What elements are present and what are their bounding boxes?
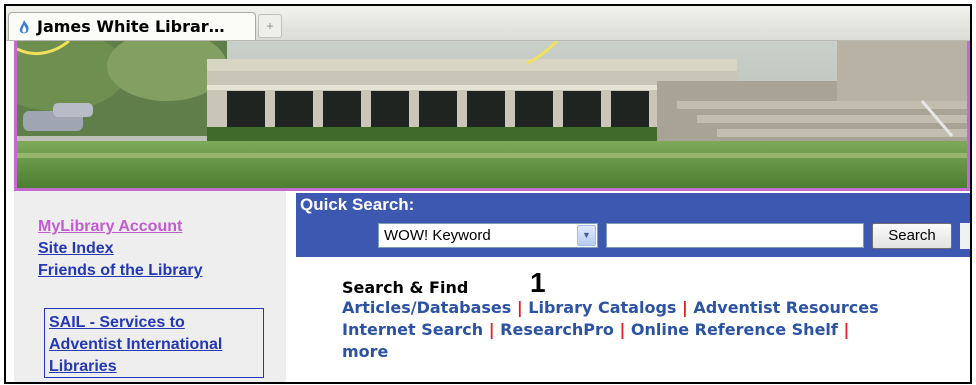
separator: | — [619, 320, 631, 339]
separator: | — [516, 298, 529, 317]
adventist-resources-link[interactable]: Adventist Resources — [693, 298, 878, 317]
library-banner-image — [14, 41, 970, 191]
sail-link-line-1[interactable]: SAIL - Services to — [49, 312, 259, 334]
search-input[interactable] — [606, 223, 864, 248]
search-bar-edge — [960, 223, 970, 249]
search-find-links-row-3: more — [342, 342, 388, 361]
sail-link-line-3[interactable]: Libraries — [49, 356, 259, 378]
search-find-heading: Search & Find — [342, 278, 469, 297]
more-link[interactable]: more — [342, 342, 388, 361]
tab-title: James White Librar… — [37, 17, 225, 36]
online-reference-shelf-link[interactable]: Online Reference Shelf — [631, 320, 838, 339]
sail-link-line-2[interactable]: Adventist International — [49, 334, 259, 356]
left-nav-panel: MyLibrary Account Site Index Friends of … — [14, 191, 286, 382]
browser-window: James White Librar… + MyLibrary Account … — [4, 4, 972, 384]
site-index-link[interactable]: Site Index — [38, 240, 114, 258]
search-find-links-row-1: Articles/Databases | Library Catalogs | … — [342, 298, 879, 317]
tab-strip: James White Librar… + — [6, 6, 970, 41]
search-button[interactable]: Search — [872, 223, 952, 249]
sail-link-box[interactable]: SAIL - Services to Adventist Internation… — [44, 308, 264, 378]
separator: | — [682, 298, 694, 317]
separator: | — [843, 320, 850, 339]
internet-search-link[interactable]: Internet Search — [342, 320, 483, 339]
new-tab-button[interactable]: + — [258, 14, 282, 38]
flame-favicon-icon — [19, 19, 29, 33]
annotation-marker: 1 — [530, 267, 546, 298]
separator: | — [488, 320, 501, 339]
library-catalogs-link[interactable]: Library Catalogs — [528, 298, 676, 317]
researchpro-link[interactable]: ResearchPro — [500, 320, 614, 339]
search-type-selected-value: WOW! Keyword — [384, 227, 491, 244]
search-find-links-row-2: Internet Search | ResearchPro | Online R… — [342, 320, 849, 339]
search-type-select[interactable]: WOW! Keyword ▼ — [378, 223, 598, 248]
articles-databases-link[interactable]: Articles/Databases — [342, 298, 511, 317]
quick-search-bar: Quick Search: WOW! Keyword ▼ Search — [296, 193, 970, 257]
tab-james-white-library[interactable]: James White Librar… — [8, 12, 256, 40]
friends-of-the-library-link[interactable]: Friends of the Library — [38, 262, 202, 280]
chevron-down-icon[interactable]: ▼ — [577, 225, 596, 246]
mylibrary-account-link[interactable]: MyLibrary Account — [38, 218, 182, 236]
quick-search-title: Quick Search: — [300, 195, 415, 214]
